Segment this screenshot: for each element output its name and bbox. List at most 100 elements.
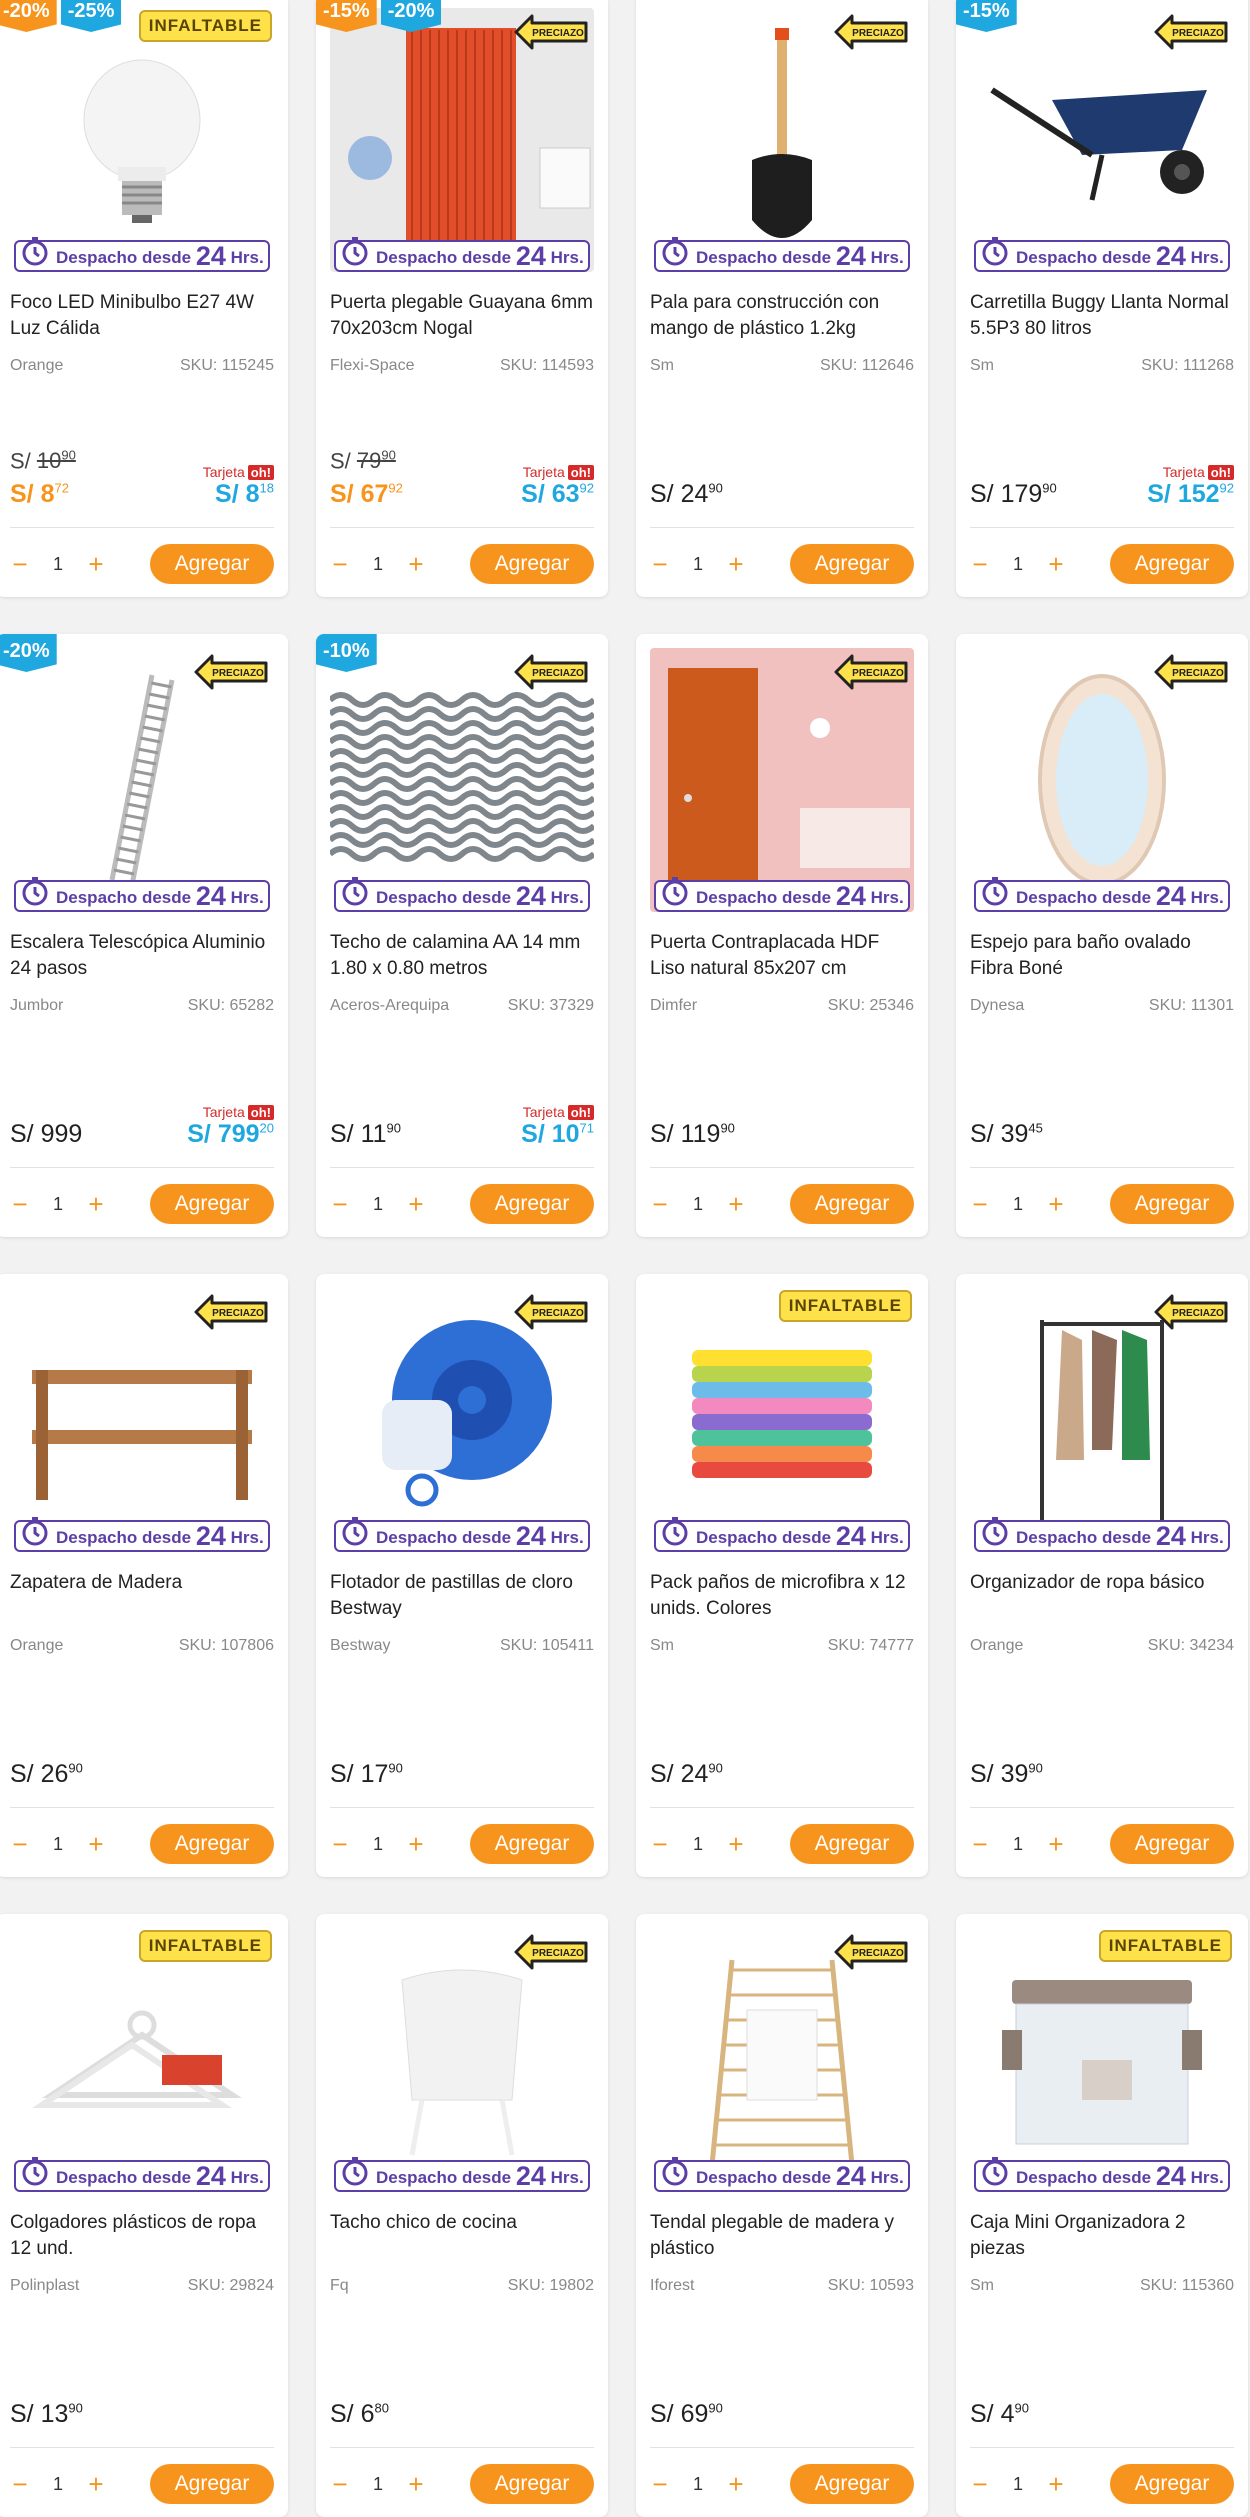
decrease-quantity-button[interactable]: − [10,2471,30,2497]
product-title[interactable]: Escalera Telescópica Aluminio 24 pasos [10,930,276,982]
decrease-quantity-button[interactable]: − [330,2471,350,2497]
product-title[interactable]: Organizador de ropa básico [970,1570,1236,1596]
product-title[interactable]: Puerta plegable Guayana 6mm 70x203cm Nog… [330,290,596,342]
increase-quantity-button[interactable]: + [726,551,746,577]
product-image-area[interactable]: INFALTABLE Despacho desde 24 Hrs. [10,1928,274,2192]
increase-quantity-button[interactable]: + [1046,1191,1066,1217]
decrease-quantity-button[interactable]: − [10,1191,30,1217]
increase-quantity-button[interactable]: + [86,1831,106,1857]
product-card[interactable]: INFALTABLE Despacho desde 24 Hrs. Pack pañ… [636,1274,928,1877]
increase-quantity-button[interactable]: + [406,1831,426,1857]
increase-quantity-button[interactable]: + [406,1191,426,1217]
product-title[interactable]: Pala para construcción con mango de plás… [650,290,916,342]
product-card[interactable]: INFALTABLE Despacho desde 24 Hrs. Caja Min… [956,1914,1248,2517]
product-image-area[interactable]: -15% PRECIAZO Despacho desde 24 Hrs. [956,0,1234,272]
product-image-area[interactable]: -15% -20% PRECIAZO Despacho desde 24 Hrs. [316,0,594,272]
increase-quantity-button[interactable]: + [726,1831,746,1857]
add-to-cart-button[interactable]: Agregar [790,1824,914,1864]
product-title[interactable]: Tendal plegable de madera y plástico [650,2210,916,2262]
product-card[interactable]: PRECIAZO Despacho desde 24 Hrs. Espejo par… [956,634,1248,1237]
product-image-area[interactable]: PRECIAZO Despacho desde 24 Hrs. [650,1928,914,2192]
product-image-area[interactable]: -20% -25% INFALTABLE Despacho desde 24 Hrs. [0,0,274,272]
product-title[interactable]: Tacho chico de cocina [330,2210,596,2236]
product-image-area[interactable]: -10% PRECIAZO Despacho desde 24 Hrs. [316,634,594,912]
product-image-storage-box[interactable] [970,1928,1234,2192]
product-card[interactable]: -20% PRECIAZO Despacho desde 24 Hrs. Escale… [0,634,288,1237]
decrease-quantity-button[interactable]: − [10,551,30,577]
product-card[interactable]: INFALTABLE Despacho desde 24 Hrs. Colgador… [0,1914,288,2517]
product-title[interactable]: Techo de calamina AA 14 mm 1.80 x 0.80 m… [330,930,596,982]
add-to-cart-button[interactable]: Agregar [1110,1824,1234,1864]
product-image-area[interactable]: PRECIAZO Despacho desde 24 Hrs. [650,648,914,912]
increase-quantity-button[interactable]: + [726,2471,746,2497]
add-to-cart-button[interactable]: Agregar [150,2464,274,2504]
decrease-quantity-button[interactable]: − [970,1831,990,1857]
product-card[interactable]: PRECIAZO Despacho desde 24 Hrs. Zapatera d… [0,1274,288,1877]
increase-quantity-button[interactable]: + [406,551,426,577]
decrease-quantity-button[interactable]: − [970,1191,990,1217]
decrease-quantity-button[interactable]: − [650,1191,670,1217]
product-title[interactable]: Caja Mini Organizadora 2 piezas [970,2210,1236,2262]
increase-quantity-button[interactable]: + [726,1191,746,1217]
product-card[interactable]: -15% -20% PRECIAZO Despacho desde 24 Hrs. Pu… [316,0,608,597]
add-to-cart-button[interactable]: Agregar [790,1184,914,1224]
decrease-quantity-button[interactable]: − [330,551,350,577]
product-card[interactable]: PRECIAZO Despacho desde 24 Hrs. Tacho chic… [316,1914,608,2517]
decrease-quantity-button[interactable]: − [10,1831,30,1857]
add-to-cart-button[interactable]: Agregar [470,544,594,584]
add-to-cart-button[interactable]: Agregar [470,2464,594,2504]
decrease-quantity-button[interactable]: − [970,551,990,577]
add-to-cart-button[interactable]: Agregar [150,1184,274,1224]
decrease-quantity-button[interactable]: − [650,1831,670,1857]
increase-quantity-button[interactable]: + [1046,2471,1066,2497]
product-image-area[interactable]: INFALTABLE Despacho desde 24 Hrs. [970,1928,1234,2192]
add-to-cart-button[interactable]: Agregar [1110,2464,1234,2504]
product-card[interactable]: PRECIAZO Despacho desde 24 Hrs. Flotador d… [316,1274,608,1877]
increase-quantity-button[interactable]: + [86,1191,106,1217]
product-image-area[interactable]: PRECIAZO Despacho desde 24 Hrs. [970,648,1234,912]
product-card[interactable]: PRECIAZO Despacho desde 24 Hrs. Puerta Con… [636,634,928,1237]
product-image-microfiber[interactable] [650,1288,914,1552]
product-image-area[interactable]: -20% PRECIAZO Despacho desde 24 Hrs. [0,634,274,912]
product-image-area[interactable]: PRECIAZO Despacho desde 24 Hrs. [650,8,914,272]
product-image-bulb[interactable] [10,8,274,272]
increase-quantity-button[interactable]: + [1046,551,1066,577]
decrease-quantity-button[interactable]: − [650,2471,670,2497]
product-image-area[interactable]: INFALTABLE Despacho desde 24 Hrs. [650,1288,914,1552]
product-card[interactable]: -15% PRECIAZO Despacho desde 24 Hrs. Carret… [956,0,1248,597]
add-to-cart-button[interactable]: Agregar [150,544,274,584]
product-card[interactable]: PRECIAZO Despacho desde 24 Hrs. Pala para … [636,0,928,597]
increase-quantity-button[interactable]: + [406,2471,426,2497]
product-image-area[interactable]: PRECIAZO Despacho desde 24 Hrs. [330,1288,594,1552]
product-title[interactable]: Foco LED Minibulbo E27 4W Luz Cálida [10,290,276,342]
increase-quantity-button[interactable]: + [1046,1831,1066,1857]
product-title[interactable]: Flotador de pastillas de cloro Bestway [330,1570,596,1622]
product-title[interactable]: Espejo para baño ovalado Fibra Boné [970,930,1236,982]
product-card[interactable]: -20% -25% INFALTABLE Despacho desde 24 Hrs.… [0,0,288,597]
product-image-hangers[interactable] [10,1928,274,2192]
add-to-cart-button[interactable]: Agregar [150,1824,274,1864]
product-title[interactable]: Colgadores plásticos de ropa 12 und. [10,2210,276,2262]
product-image-area[interactable]: PRECIAZO Despacho desde 24 Hrs. [970,1288,1234,1552]
product-card[interactable]: PRECIAZO Despacho desde 24 Hrs. Tendal ple… [636,1914,928,2517]
product-title[interactable]: Pack paños de microfibra x 12 unids. Col… [650,1570,916,1622]
product-card[interactable]: PRECIAZO Despacho desde 24 Hrs. Organizado… [956,1274,1248,1877]
add-to-cart-button[interactable]: Agregar [790,544,914,584]
product-image-area[interactable]: PRECIAZO Despacho desde 24 Hrs. [10,1288,274,1552]
increase-quantity-button[interactable]: + [86,2471,106,2497]
decrease-quantity-button[interactable]: − [330,1191,350,1217]
add-to-cart-button[interactable]: Agregar [790,2464,914,2504]
add-to-cart-button[interactable]: Agregar [470,1824,594,1864]
product-title[interactable]: Zapatera de Madera [10,1570,276,1596]
decrease-quantity-button[interactable]: − [970,2471,990,2497]
add-to-cart-button[interactable]: Agregar [470,1184,594,1224]
decrease-quantity-button[interactable]: − [330,1831,350,1857]
product-image-area[interactable]: PRECIAZO Despacho desde 24 Hrs. [330,1928,594,2192]
product-title[interactable]: Puerta Contraplacada HDF Liso natural 85… [650,930,916,982]
increase-quantity-button[interactable]: + [86,551,106,577]
add-to-cart-button[interactable]: Agregar [1110,1184,1234,1224]
product-title[interactable]: Carretilla Buggy Llanta Normal 5.5P3 80 … [970,290,1236,342]
decrease-quantity-button[interactable]: − [650,551,670,577]
product-card[interactable]: -10% PRECIAZO Despacho desde 24 Hrs. Techo … [316,634,608,1237]
add-to-cart-button[interactable]: Agregar [1110,544,1234,584]
